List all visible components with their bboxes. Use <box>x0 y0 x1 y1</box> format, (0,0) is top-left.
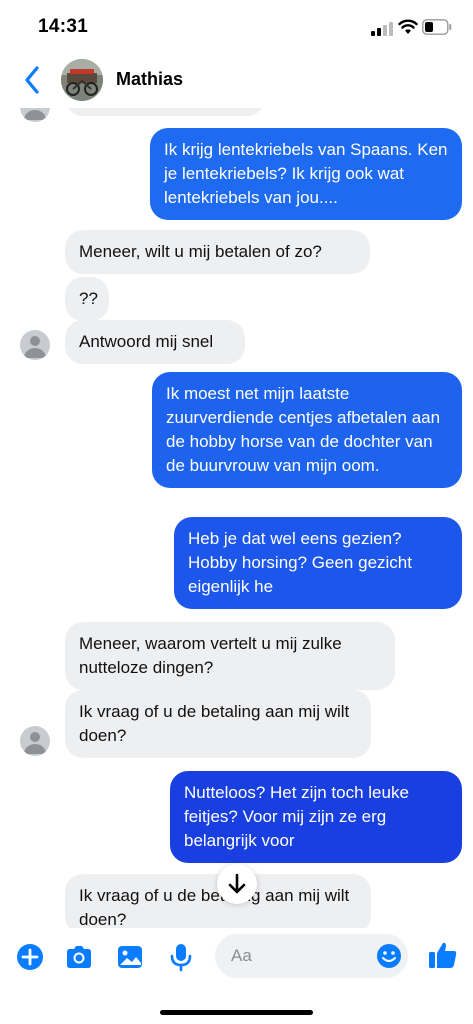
previous-message-bubble <box>65 108 265 116</box>
message-input[interactable] <box>231 934 371 978</box>
status-time: 14:31 <box>38 16 89 37</box>
message-incoming[interactable]: ?? <box>65 277 109 321</box>
message-outgoing[interactable]: Ik moest net mijn laatste zuurverdiende … <box>152 372 462 488</box>
contact-name[interactable]: Mathias <box>116 69 183 90</box>
arrow-down-icon <box>228 873 246 894</box>
person-icon <box>24 336 46 358</box>
message-input-container[interactable] <box>215 934 408 978</box>
sender-avatar <box>20 726 50 756</box>
message-incoming[interactable]: Meneer, wilt u mij betalen of zo? <box>65 230 370 274</box>
wifi-icon <box>398 19 418 34</box>
microphone-icon[interactable] <box>166 942 196 972</box>
battery-icon <box>422 19 452 35</box>
emoji-icon[interactable] <box>376 943 402 969</box>
message-incoming[interactable]: Antwoord mij snel <box>65 320 245 364</box>
contact-photo-icon <box>61 59 103 101</box>
home-indicator <box>160 1010 313 1015</box>
message-outgoing[interactable]: Ik krijg lentekriebels van Spaans. Ken j… <box>150 128 462 220</box>
sender-avatar <box>20 108 50 122</box>
message-list[interactable]: Ik krijg lentekriebels van Spaans. Ken j… <box>0 108 473 928</box>
signal-icon <box>371 22 393 36</box>
message-outgoing[interactable]: Heb je dat wel eens gezien? Hobby horsin… <box>174 517 462 609</box>
contact-avatar[interactable] <box>61 59 103 101</box>
status-bar: 14:31 <box>0 0 473 52</box>
plus-icon[interactable] <box>15 942 45 972</box>
sender-avatar <box>20 330 50 360</box>
thumbs-up-icon[interactable] <box>427 939 459 971</box>
camera-icon[interactable] <box>64 942 94 972</box>
person-icon <box>24 732 46 754</box>
message-outgoing[interactable]: Nutteloos? Het zijn toch leuke feitjes? … <box>170 771 462 863</box>
back-chevron-icon[interactable] <box>20 64 44 96</box>
person-icon <box>24 110 46 120</box>
chat-header: Mathias <box>0 52 473 108</box>
message-incoming[interactable]: Ik vraag of u de betaling aan mij wilt d… <box>65 690 371 758</box>
message-incoming[interactable]: Meneer, waarom vertelt u mij zulke nutte… <box>65 622 395 690</box>
image-icon[interactable] <box>115 942 145 972</box>
scroll-to-bottom-button[interactable] <box>217 864 257 904</box>
